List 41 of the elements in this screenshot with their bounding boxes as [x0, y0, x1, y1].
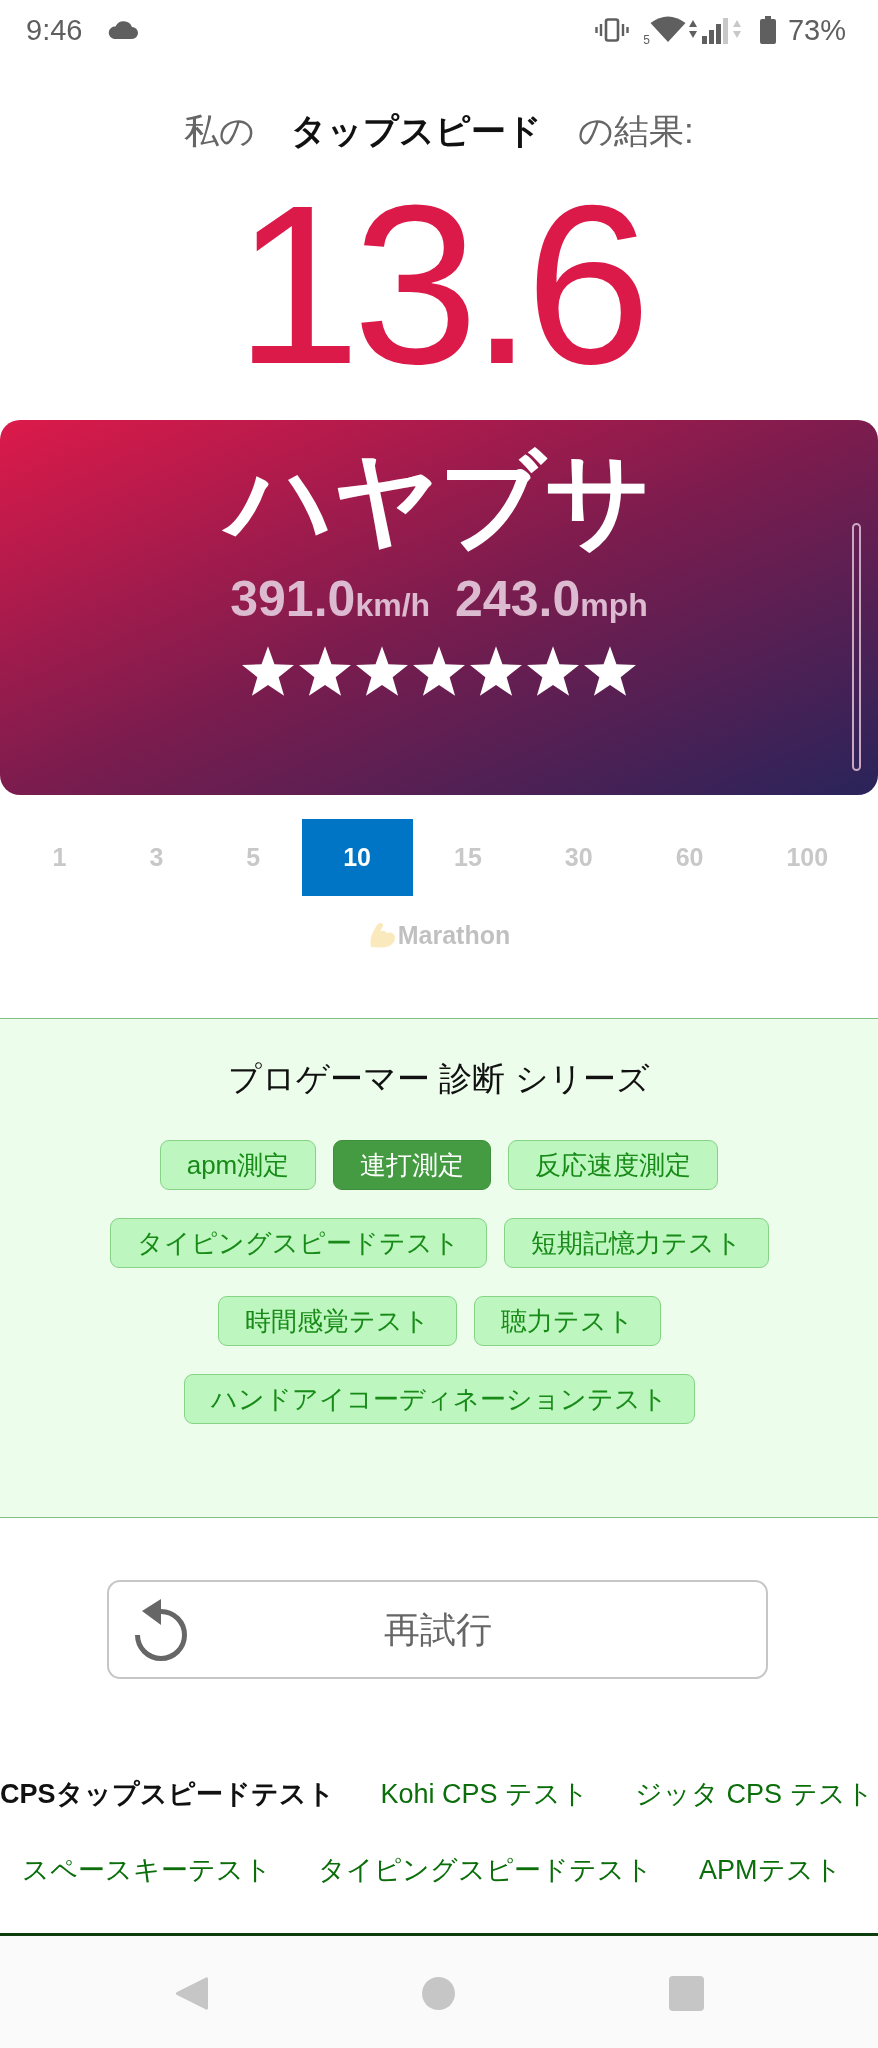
- rank-title: ハヤブサ: [223, 430, 655, 570]
- result-heading: 私の タップスピード の結果:: [183, 110, 695, 151]
- star-icon: [299, 646, 351, 696]
- star-icon: [584, 646, 636, 696]
- wifi-standard-label: 5: [643, 33, 650, 46]
- test-tag[interactable]: 短期記憶力テスト: [503, 1218, 769, 1268]
- speed-reading: 243.0mph: [455, 570, 648, 629]
- wifi-icon: [649, 16, 698, 44]
- test-tag[interactable]: タイピングスピードテスト: [109, 1218, 487, 1268]
- test-tag[interactable]: apm測定: [159, 1140, 317, 1190]
- series-title: プロゲーマー 診断 シリーズ: [227, 1059, 651, 1099]
- battery-icon: [759, 16, 776, 44]
- related-test-link[interactable]: Kohi CPS テスト: [380, 1777, 590, 1812]
- score-value: 13.6: [234, 172, 644, 398]
- refresh-icon: [135, 1598, 187, 1661]
- vibrate-icon: [595, 18, 630, 42]
- speed-reading: 391.0km/h: [230, 570, 431, 629]
- cloud-icon: [106, 21, 139, 39]
- test-tag[interactable]: ハンドアイコーディネーションテスト: [183, 1374, 695, 1424]
- recents-icon[interactable]: [668, 1975, 704, 2011]
- related-test-link[interactable]: スペースキーテスト: [22, 1853, 272, 1888]
- star-icon: [356, 646, 408, 696]
- star-icon: [413, 646, 465, 696]
- related-test-link[interactable]: タイピングスピードテスト: [318, 1853, 653, 1888]
- star-icon: [527, 646, 579, 696]
- related-test-link[interactable]: ジッタ CPS テスト: [635, 1777, 874, 1812]
- star-icon: [242, 646, 294, 696]
- test-tag[interactable]: 連打測定: [333, 1140, 492, 1190]
- star-icon: [470, 646, 522, 696]
- signal-icon: [701, 16, 744, 44]
- retry-button[interactable]: 再試行: [107, 1580, 768, 1679]
- clock-time: 9:46: [26, 15, 83, 45]
- test-tag[interactable]: 時間感覚テスト: [217, 1296, 457, 1346]
- test-tag[interactable]: 聴力テスト: [473, 1296, 661, 1346]
- back-icon[interactable]: [174, 1974, 208, 2012]
- related-test-link[interactable]: CPSタップスピードテスト: [0, 1777, 335, 1812]
- test-tag[interactable]: 反応速度測定: [508, 1140, 719, 1190]
- related-test-link[interactable]: APMテスト: [699, 1853, 842, 1888]
- duration-option[interactable]: 10: [301, 819, 413, 896]
- home-icon[interactable]: [421, 1976, 455, 2010]
- battery-percentage: 73%: [787, 15, 846, 45]
